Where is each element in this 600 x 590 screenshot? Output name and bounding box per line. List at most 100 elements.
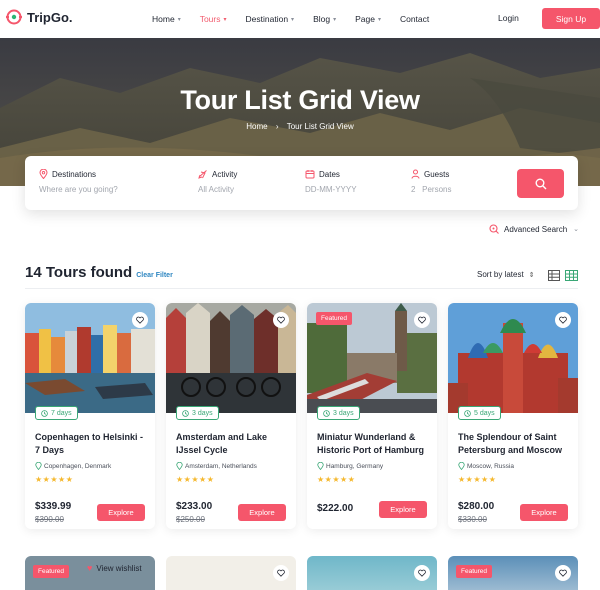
- wishlist-heart-icon[interactable]: [273, 565, 289, 581]
- clock-icon: [182, 409, 189, 417]
- view-wishlist-label: View wishlist: [96, 563, 142, 573]
- tour-image-moscow[interactable]: [448, 303, 578, 413]
- menu-item-destination[interactable]: Destination ▾: [246, 14, 295, 24]
- clock-icon: [464, 409, 471, 417]
- tour-old-price: $330.00: [458, 515, 487, 524]
- duration-badge: 5 days: [458, 406, 501, 420]
- tour-card-partial[interactable]: Featured: [448, 556, 578, 590]
- tour-card-partial[interactable]: Featured: [25, 556, 155, 590]
- chevron-down-icon: ⌄: [573, 226, 580, 233]
- featured-badge: Featured: [33, 565, 70, 578]
- tour-price: $280.00: [458, 501, 495, 512]
- breadcrumb-current: Tour List Grid View: [286, 122, 354, 131]
- grid-view-icon[interactable]: [565, 268, 578, 286]
- calendar-icon: [305, 170, 315, 179]
- brand-name: TripGo.: [27, 9, 73, 25]
- clock-icon: [323, 409, 330, 417]
- chevron-down-icon: ▾: [177, 16, 181, 23]
- tour-old-price: $390.00: [35, 515, 64, 524]
- rating-stars: ★★★★★: [317, 475, 356, 484]
- wishlist-heart-icon[interactable]: [414, 312, 430, 328]
- menu-item-page[interactable]: Page ▾: [355, 14, 381, 24]
- duration-text: 3 days: [333, 409, 354, 417]
- tour-price: $339.99: [35, 501, 72, 512]
- results-divider: [25, 288, 578, 289]
- location-pin-icon: [176, 462, 183, 470]
- duration-text: 5 days: [474, 409, 495, 417]
- login-link[interactable]: Login: [498, 13, 519, 23]
- tour-image-hamburg[interactable]: Featured: [307, 303, 437, 413]
- tour-price: $222.00: [317, 503, 354, 514]
- tour-card[interactable]: 7 days Copenhagen to Helsinki - 7 Days C…: [25, 303, 155, 529]
- sort-select[interactable]: Sort by latest ⇕: [477, 270, 535, 279]
- guests-field[interactable]: Guests 2 Persons: [411, 169, 451, 194]
- activity-select[interactable]: All Activity: [198, 185, 237, 194]
- wishlist-heart-icon[interactable]: [414, 565, 430, 581]
- dates-input[interactable]: DD-MM-YYYY: [305, 185, 357, 194]
- chevron-down-icon: ▾: [223, 16, 227, 23]
- view-wishlist-link[interactable]: ♥ View wishlist: [87, 563, 142, 573]
- menu-label: Destination: [245, 14, 289, 24]
- rating-stars: ★★★★★: [35, 475, 74, 484]
- tour-card-partial[interactable]: [166, 556, 296, 590]
- destination-field[interactable]: Destinations Where are you going?: [39, 169, 118, 194]
- explore-button[interactable]: Explore: [238, 504, 286, 521]
- menu-item-home[interactable]: Home ▾: [152, 14, 181, 24]
- tour-title[interactable]: Miniatur Wunderland & Historic Port of H…: [317, 431, 432, 457]
- tour-image-copenhagen[interactable]: [25, 303, 155, 413]
- results-count-text: 14 Tours found: [25, 264, 133, 281]
- tour-card[interactable]: 5 days The Splendour of Saint Petersburg…: [448, 303, 578, 529]
- sort-label: Sort by latest: [477, 270, 524, 279]
- menu-item-blog[interactable]: Blog ▾: [313, 14, 336, 24]
- tour-title[interactable]: Copenhagen to Helsinki - 7 Days: [35, 431, 150, 457]
- duration-badge: 3 days: [176, 406, 219, 420]
- chevron-down-icon: ▾: [333, 16, 337, 23]
- breadcrumb-home[interactable]: Home: [246, 122, 267, 131]
- location-pin-icon: [35, 462, 42, 470]
- tour-old-price: $250.00: [176, 515, 205, 524]
- tour-card[interactable]: 3 days Amsterdam and Lake IJssel Cycle A…: [166, 303, 296, 529]
- explore-button[interactable]: Explore: [379, 501, 427, 518]
- duration-badge: 3 days: [317, 406, 360, 420]
- menu-label: Contact: [399, 14, 430, 24]
- menu-label: Blog: [313, 14, 331, 24]
- chevron-right-icon: ›: [275, 122, 279, 131]
- search-button[interactable]: [517, 169, 564, 198]
- destination-input[interactable]: Where are you going?: [39, 185, 118, 194]
- explore-button[interactable]: Explore: [97, 504, 145, 521]
- guests-count: 2: [411, 185, 416, 194]
- rating-stars: ★★★★★: [458, 475, 497, 484]
- location-pin-icon: [317, 462, 324, 470]
- tour-title[interactable]: Amsterdam and Lake IJssel Cycle: [176, 431, 291, 457]
- advanced-search-toggle[interactable]: Advanced Search ⌄: [489, 224, 579, 234]
- guests-input[interactable]: 2 Persons: [411, 185, 451, 194]
- clear-filter-link[interactable]: Clear Filter: [136, 272, 173, 279]
- user-icon: [411, 169, 420, 179]
- menu-item-contact[interactable]: Contact: [400, 14, 429, 24]
- location-text: Moscow, Russia: [467, 462, 514, 470]
- list-view-icon[interactable]: [548, 268, 560, 286]
- results-count: 14 Tours found Clear Filter: [25, 264, 173, 281]
- activity-field[interactable]: Activity All Activity: [198, 169, 238, 195]
- activity-label: Activity: [212, 169, 238, 179]
- location-pin-icon: [458, 462, 465, 470]
- explore-button[interactable]: Explore: [520, 504, 568, 521]
- search-settings-icon: [489, 224, 499, 234]
- wishlist-heart-icon[interactable]: [555, 565, 571, 581]
- wishlist-heart-icon[interactable]: [555, 312, 571, 328]
- menu-item-tours[interactable]: Tours ▾: [200, 14, 227, 24]
- tour-card-partial[interactable]: [307, 556, 437, 590]
- wishlist-heart-icon[interactable]: [132, 312, 148, 328]
- dates-field[interactable]: Dates DD-MM-YYYY: [305, 169, 357, 195]
- brand-logo[interactable]: TripGo.: [5, 8, 73, 26]
- featured-badge: Featured: [456, 565, 493, 578]
- search-icon: [535, 178, 546, 189]
- menu-label: Tours: [199, 14, 221, 24]
- tour-price: $233.00: [176, 501, 213, 512]
- signup-button[interactable]: Sign Up: [542, 8, 600, 29]
- tour-card[interactable]: Featured 3 days Miniatur Wunderland & Hi…: [307, 303, 437, 529]
- wishlist-heart-icon[interactable]: [273, 312, 289, 328]
- rating-stars: ★★★★★: [176, 475, 215, 484]
- tour-image-amsterdam[interactable]: [166, 303, 296, 413]
- tour-title[interactable]: The Splendour of Saint Petersburg and Mo…: [458, 431, 573, 457]
